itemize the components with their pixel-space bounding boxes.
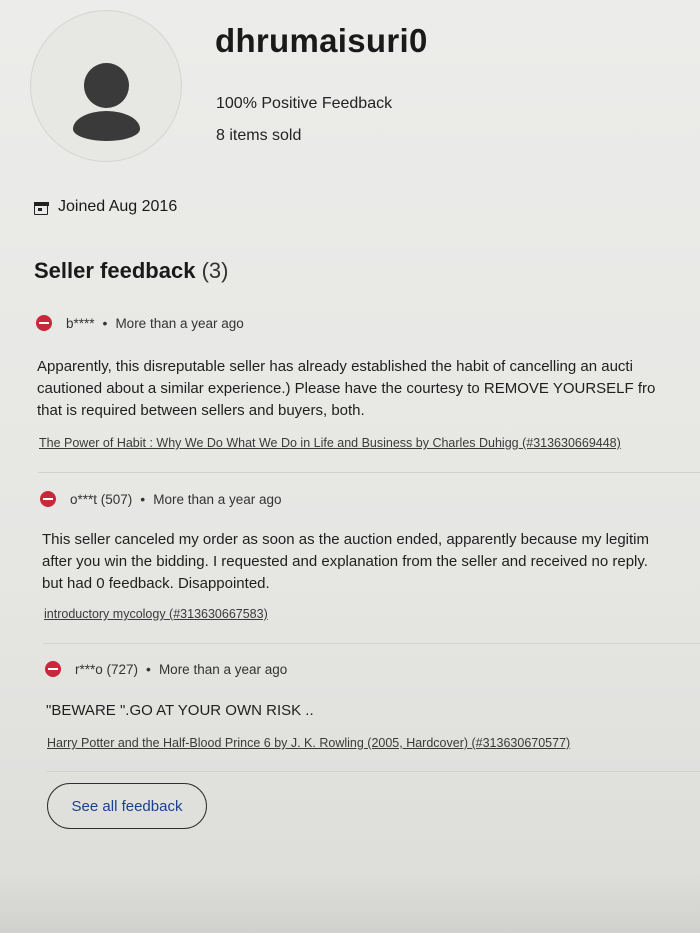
feedback-user: o***t (507): [70, 491, 133, 507]
seller-profile-page: dhrumaisuri0 100% Positive Feedback 8 it…: [0, 0, 700, 933]
separator-dot: •: [140, 491, 146, 507]
feedback-header: o***t (507) • More than a year ago: [40, 491, 282, 507]
separator-dot: •: [146, 661, 151, 677]
see-all-feedback-button[interactable]: See all feedback: [47, 783, 207, 829]
positive-feedback-stat: 100% Positive Feedback: [216, 95, 393, 112]
comment-line: after you win the bidding. I requested a…: [42, 553, 648, 570]
comment-line: cautioned about a similar experience.) P…: [37, 380, 656, 397]
comment-line: Apparently, this disreputable seller has…: [37, 358, 633, 375]
feedback-header: b**** • More than a year ago: [36, 315, 244, 331]
feedback-time: More than a year ago: [153, 491, 282, 507]
comment-line: that is required between sellers and buy…: [37, 402, 365, 419]
feedback-item-link[interactable]: The Power of Habit : Why We Do What We D…: [39, 436, 621, 450]
feedback-count: (3): [201, 258, 229, 283]
feedback-comment: Apparently, this disreputable seller has…: [37, 356, 655, 422]
feedback-item-link[interactable]: introductory mycology (#313630667583): [44, 607, 268, 621]
joined-date: Joined Aug 2016: [34, 198, 177, 216]
joined-label: Joined Aug 2016: [58, 198, 178, 215]
feedback-time: More than a year ago: [158, 661, 288, 677]
feedback-time: More than a year ago: [115, 315, 244, 331]
divider: [43, 643, 700, 644]
separator-dot: •: [102, 315, 108, 331]
user-silhouette-icon: [84, 63, 129, 108]
items-sold-stat: 8 items sold: [216, 127, 302, 144]
feedback-item-link[interactable]: Harry Potter and the Half-Blood Prince 6…: [47, 736, 570, 750]
avatar: [30, 10, 182, 162]
feedback-comment: This seller canceled my order as soon as…: [42, 529, 649, 595]
comment-line: but had 0 feedback. Disappointed.: [42, 575, 270, 592]
negative-rating-icon: [45, 661, 61, 677]
comment-line: "BEWARE ".GO AT YOUR OWN RISK ..: [46, 702, 314, 719]
calendar-icon: [34, 200, 49, 215]
negative-rating-icon: [36, 315, 52, 331]
negative-rating-icon: [40, 491, 56, 507]
comment-line: This seller canceled my order as soon as…: [42, 531, 649, 548]
feedback-user: b****: [66, 315, 95, 331]
divider: [46, 771, 700, 772]
feedback-comment: "BEWARE ".GO AT YOUR OWN RISK ..: [46, 700, 314, 722]
section-title-text: Seller feedback: [34, 258, 196, 283]
divider: [38, 472, 700, 473]
feedback-user: r***o (727): [75, 661, 139, 677]
seller-username: dhrumaisuri0: [215, 22, 428, 59]
seller-feedback-heading: Seller feedback (3): [34, 258, 228, 284]
feedback-header: r***o (727) • More than a year ago: [45, 661, 287, 677]
